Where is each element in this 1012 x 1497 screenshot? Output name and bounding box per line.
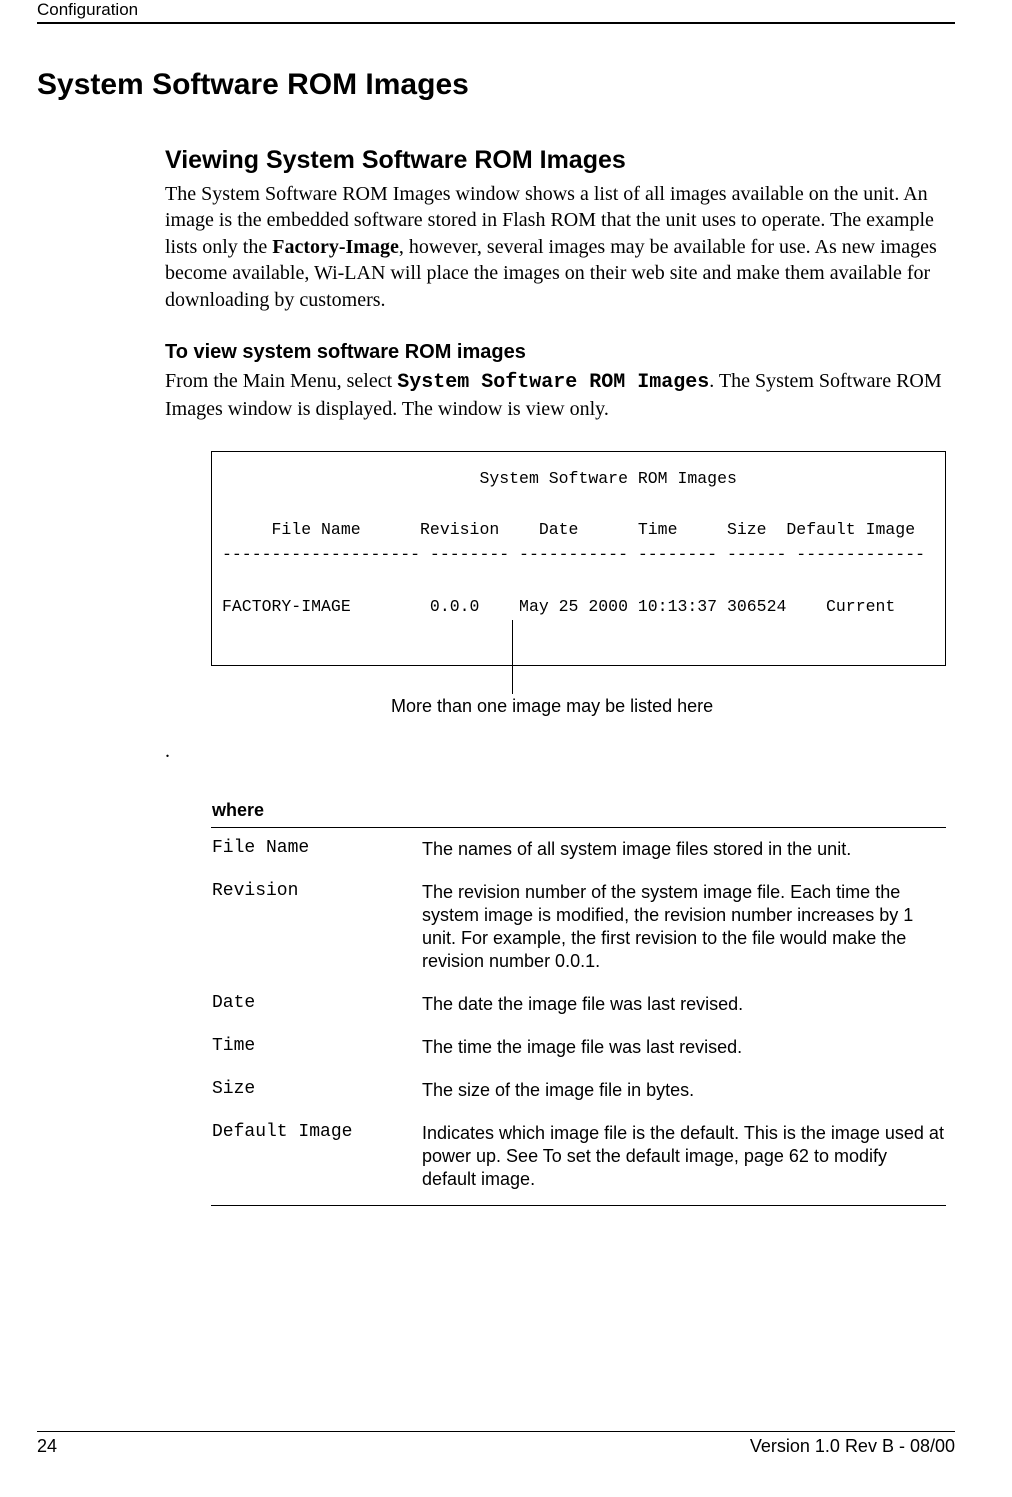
- page-title: System Software ROM Images: [37, 68, 955, 102]
- section-heading: Viewing System Software ROM Images: [165, 146, 955, 175]
- term: Time: [211, 1026, 421, 1069]
- version-label: Version 1.0 Rev B - 08/00: [750, 1436, 955, 1457]
- page-number: 24: [37, 1436, 57, 1457]
- desc: The time the image file was last revised…: [421, 1026, 946, 1069]
- table-row: Time The time the image file was last re…: [211, 1026, 946, 1069]
- where-heading: where: [211, 799, 946, 828]
- where-table: where File Name The names of all system …: [211, 799, 946, 1206]
- desc: The names of all system image files stor…: [421, 828, 946, 872]
- proc-text-a: From the Main Menu, select: [165, 370, 397, 392]
- footer-rule: [37, 1431, 955, 1432]
- term: Date: [211, 983, 421, 1026]
- table-row: Date The date the image file was last re…: [211, 983, 946, 1026]
- callout-label: More than one image may be listed here: [391, 696, 713, 717]
- page-footer: 24 Version 1.0 Rev B - 08/00: [37, 1431, 955, 1457]
- intro-paragraph: The System Software ROM Images window sh…: [165, 181, 955, 313]
- terminal-output: System Software ROM Images File Name Rev…: [211, 451, 946, 666]
- term: Revision: [211, 871, 421, 983]
- term: File Name: [211, 828, 421, 872]
- callout-line: [512, 620, 513, 694]
- desc: The revision number of the system image …: [421, 871, 946, 983]
- table-row: Size The size of the image file in bytes…: [211, 1069, 946, 1112]
- screen-row-1: FACTORY-IMAGE 0.0.0 May 25 2000 10:13:37…: [222, 597, 895, 616]
- term: Size: [211, 1069, 421, 1112]
- term: Default Image: [211, 1112, 421, 1206]
- screen-title: System Software ROM Images: [222, 469, 737, 488]
- procedure-heading: To view system software ROM images: [165, 341, 955, 364]
- running-header: Configuration: [37, 0, 955, 22]
- factory-image-label: Factory-Image: [272, 236, 399, 258]
- menu-command: System Software ROM Images: [397, 371, 709, 394]
- desc: The size of the image file in bytes.: [421, 1069, 946, 1112]
- desc: The date the image file was last revised…: [421, 983, 946, 1026]
- screen-columns: File Name Revision Date Time Size Defaul…: [222, 520, 915, 539]
- trailing-period: .: [165, 740, 955, 763]
- procedure-paragraph: From the Main Menu, select System Softwa…: [165, 368, 955, 423]
- desc: Indicates which image file is the defaul…: [421, 1112, 946, 1206]
- table-row: File Name The names of all system image …: [211, 828, 946, 872]
- header-rule: [37, 22, 955, 24]
- screen-rule: -------------------- -------- ----------…: [222, 545, 925, 564]
- callout: More than one image may be listed here: [211, 666, 946, 736]
- table-row: Revision The revision number of the syst…: [211, 871, 946, 983]
- table-row: Default Image Indicates which image file…: [211, 1112, 946, 1206]
